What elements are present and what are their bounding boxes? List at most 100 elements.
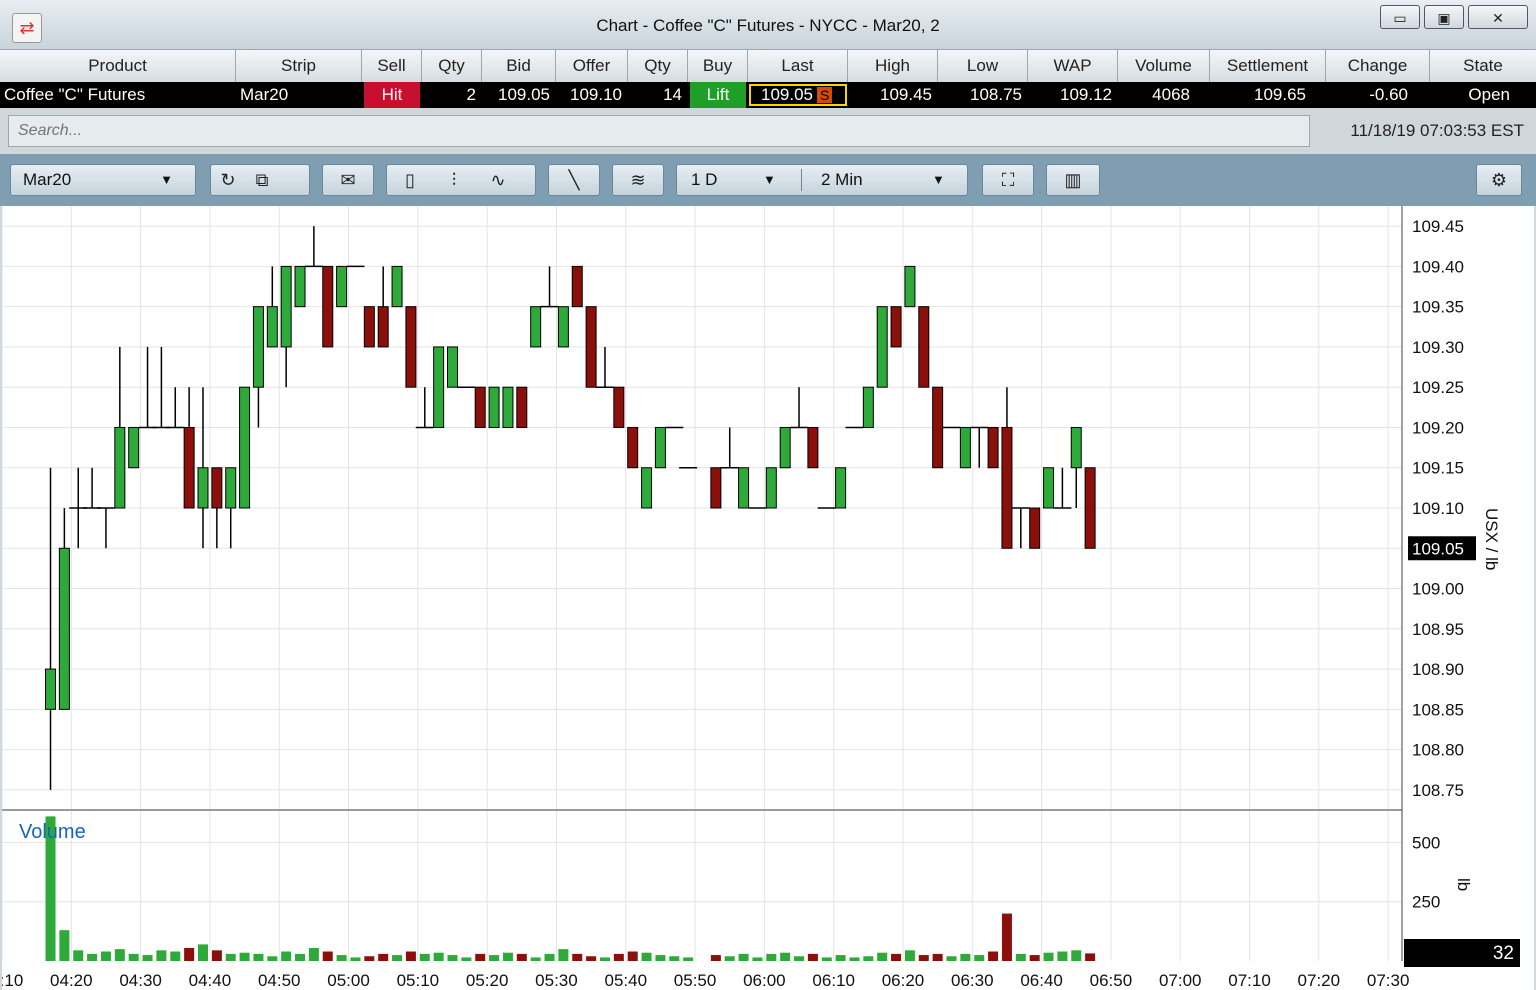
col-settlement[interactable]: Settlement: [1210, 50, 1326, 82]
time-tick-label: 04:20: [50, 971, 93, 990]
copy-window-icon[interactable]: ⧉: [245, 165, 279, 195]
line-chart-icon[interactable]: ∿: [481, 165, 515, 195]
time-tick-label: 05:30: [535, 971, 578, 990]
candle: [166, 387, 185, 429]
candle: [211, 467, 223, 549]
contract-dropdown[interactable]: Mar20 ▼: [10, 164, 196, 196]
candle: [197, 387, 209, 549]
volume-tick-label: 250: [1412, 893, 1440, 912]
fullscreen-icon[interactable]: ⛶: [991, 165, 1025, 195]
chevron-down-icon[interactable]: ▼: [763, 165, 776, 195]
candle-body: [918, 306, 930, 388]
volume-bar: [197, 944, 208, 961]
price-chart[interactable]: 109.45 109.40 109.35 109.30 109.25 109.20 109.…: [2, 206, 1534, 990]
chart-area[interactable]: 109.45 109.40 109.35 109.30 109.25 109.20 109.…: [2, 206, 1534, 990]
volume-axis-label: lb: [1454, 878, 1473, 891]
candle: [128, 426, 140, 469]
col-offer-qty[interactable]: Qty: [628, 50, 688, 82]
price-tick-label: 109.15: [1412, 459, 1464, 478]
volume-bar: [308, 947, 319, 961]
candle-body: [405, 306, 417, 388]
volume-bar: [73, 950, 84, 961]
col-wap[interactable]: WAP: [1028, 50, 1118, 82]
col-strip[interactable]: Strip: [236, 50, 362, 82]
price-tick-label: 108.90: [1412, 660, 1464, 679]
candle: [613, 386, 625, 428]
volume-bar: [766, 953, 777, 961]
candle: [540, 266, 559, 308]
col-buy[interactable]: Buy: [688, 50, 748, 82]
time-tick-label: 04:50: [258, 971, 301, 990]
time-tick-label: 05:50: [674, 971, 717, 990]
candle: [225, 467, 237, 549]
indicator-icon[interactable]: ≋: [621, 165, 655, 195]
candle-body: [266, 306, 278, 348]
candle-body: [239, 386, 251, 509]
cell-offer: 109.10: [570, 85, 622, 104]
col-bid-qty[interactable]: Qty: [422, 50, 482, 82]
search-input[interactable]: [8, 115, 1310, 147]
volume-bar: [392, 955, 403, 961]
period-dropdown[interactable]: 1 D: [691, 165, 717, 195]
volume-profile-icon[interactable]: ▥: [1056, 165, 1090, 195]
candle-body: [807, 426, 819, 469]
time-tick-label: 07:10: [1228, 971, 1271, 990]
candle-body: [363, 306, 375, 348]
maximize-icon[interactable]: ▣: [1424, 5, 1464, 29]
volume-bar: [239, 952, 250, 961]
lift-button[interactable]: Lift: [690, 82, 746, 108]
candle: [571, 265, 583, 308]
chart-envelope-icon[interactable]: ✉: [331, 165, 365, 195]
gear-icon[interactable]: ⚙: [1482, 165, 1516, 195]
volume-bar: [114, 949, 125, 961]
chevron-down-icon: ▼: [160, 172, 173, 187]
volume-bar: [794, 956, 805, 961]
candlestick-icon[interactable]: ▯: [393, 165, 427, 195]
cell-product: Coffee "C" Futures: [4, 85, 146, 104]
chevron-down-icon[interactable]: ▼: [932, 165, 945, 195]
volume-bar: [1043, 952, 1054, 961]
window-title: Chart - Coffee "C" Futures - NYCC - Mar2…: [596, 16, 940, 35]
volume-bar: [849, 957, 860, 961]
candle: [530, 306, 542, 348]
col-last[interactable]: Last: [748, 50, 848, 82]
refresh-icon[interactable]: ↻: [211, 165, 245, 195]
col-state[interactable]: State: [1430, 50, 1536, 82]
col-offer[interactable]: Offer: [556, 50, 628, 82]
time-tick-label: 05:20: [466, 971, 509, 990]
volume-bar: [170, 951, 181, 961]
time-tick-label: 07:00: [1159, 971, 1202, 990]
time-tick-label: 06:20: [882, 971, 925, 990]
col-volume[interactable]: Volume: [1118, 50, 1210, 82]
col-change[interactable]: Change: [1326, 50, 1430, 82]
col-sell[interactable]: Sell: [362, 50, 422, 82]
price-axis-label: USX / lb: [1482, 508, 1501, 570]
candle-body: [225, 467, 237, 509]
volume-bar: [960, 953, 971, 961]
candle-body: [197, 467, 209, 509]
hit-button[interactable]: Hit: [364, 82, 420, 108]
col-high[interactable]: High: [848, 50, 938, 82]
quote-table-row[interactable]: Coffee "C" Futures Mar20 Hit 2 109.05 10…: [0, 82, 1536, 108]
candle-body: [890, 306, 902, 348]
interval-dropdown[interactable]: 2 Min: [821, 165, 863, 195]
col-low[interactable]: Low: [938, 50, 1028, 82]
close-icon[interactable]: ✕: [1468, 5, 1528, 29]
candle-body: [128, 426, 140, 469]
candle-body: [530, 306, 542, 348]
col-product[interactable]: Product: [0, 50, 236, 82]
draw-line-icon[interactable]: ╲: [557, 165, 591, 195]
cell-bid-qty: 2: [466, 85, 476, 104]
col-bid[interactable]: Bid: [482, 50, 556, 82]
minimize-icon[interactable]: ▭: [1380, 5, 1420, 29]
candle: [304, 226, 323, 268]
candle: [446, 346, 458, 388]
window-titlebar: ⇄ Chart - Coffee "C" Futures - NYCC - Ma…: [0, 0, 1536, 50]
candle: [1070, 426, 1082, 508]
candle-body: [876, 306, 888, 388]
cell-buy: Lift: [688, 82, 748, 108]
ohlc-bar-icon[interactable]: ⫶: [437, 165, 471, 195]
candle-body: [474, 386, 486, 428]
cell-volume: 4068: [1152, 85, 1190, 104]
volume-bar: [433, 952, 444, 961]
